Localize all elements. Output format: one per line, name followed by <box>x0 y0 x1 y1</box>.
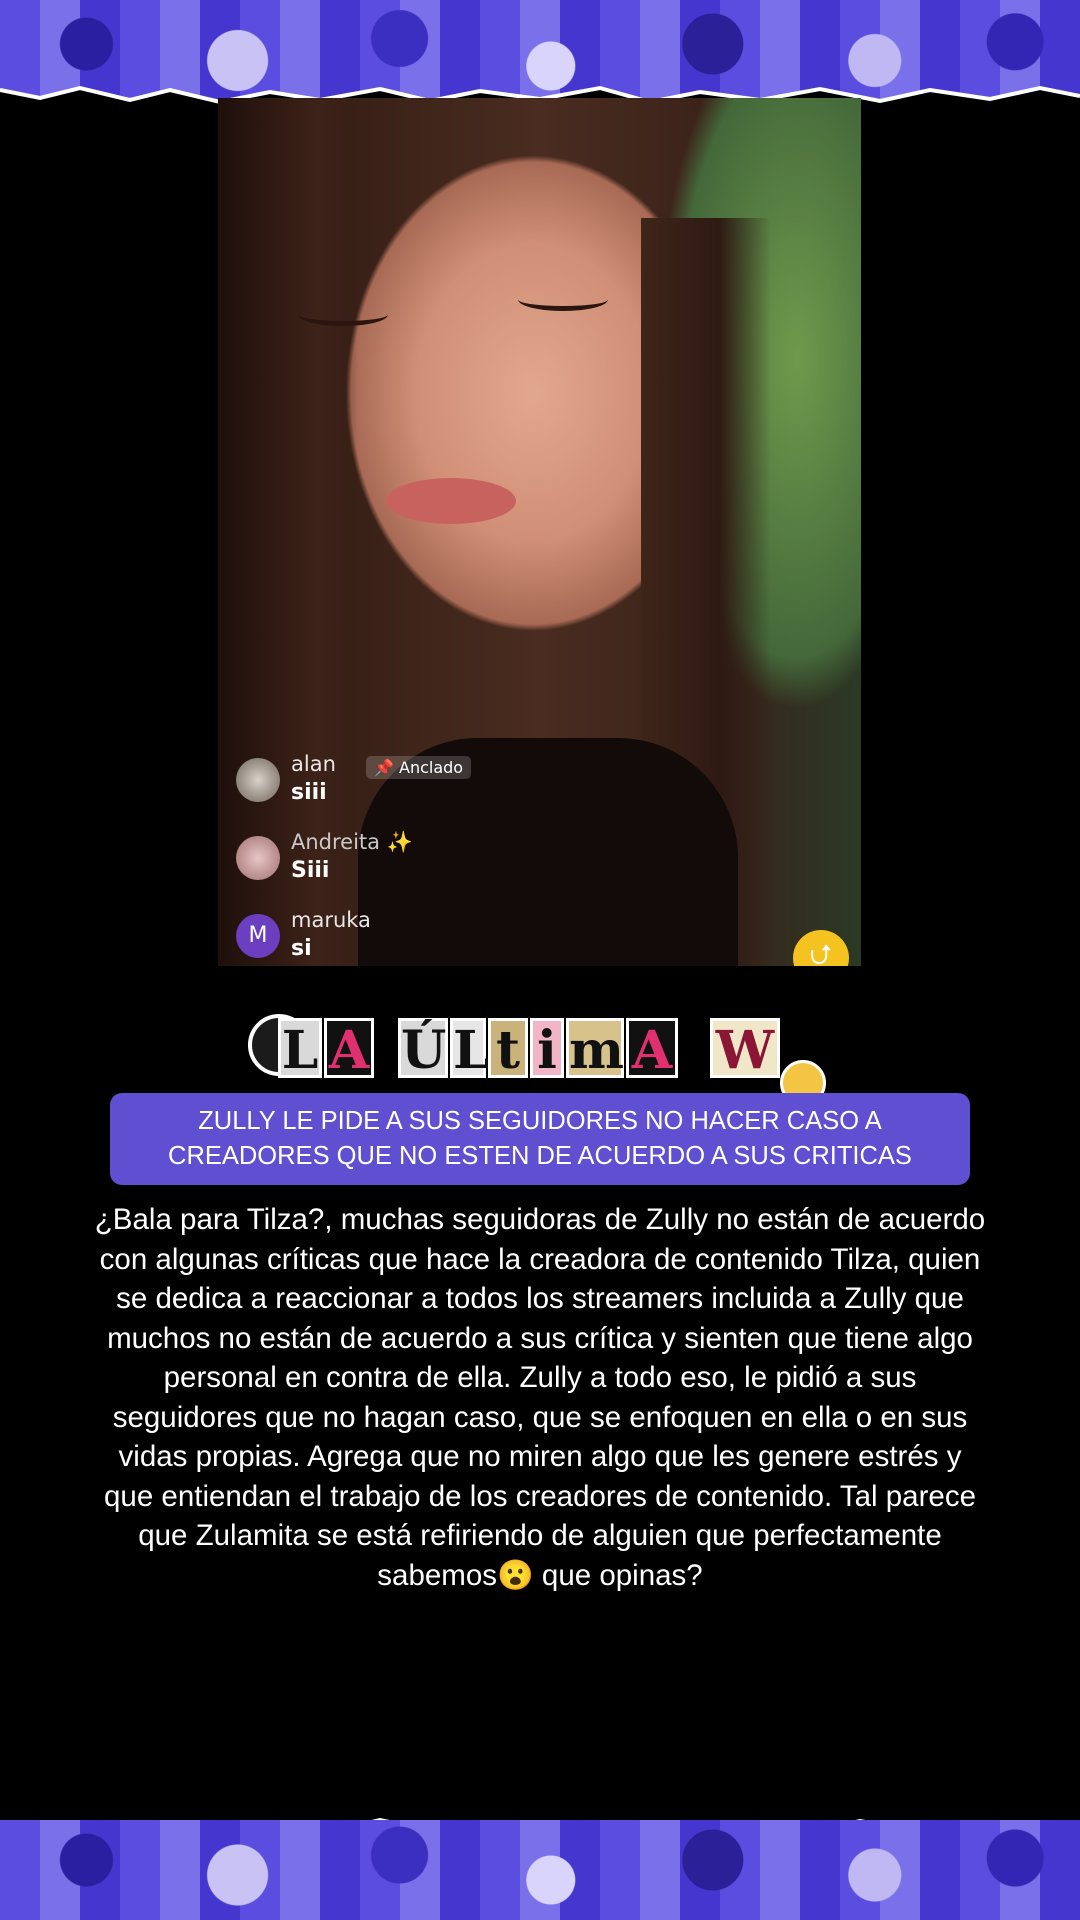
pinned-badge: 📌 Anclado <box>366 756 472 779</box>
comment-message: siii <box>291 780 327 805</box>
logo-letter: t <box>488 1018 528 1081</box>
comment-username: alan <box>291 752 336 776</box>
logo-letter: L <box>278 1018 322 1081</box>
share-icon[interactable]: ⮍ <box>793 930 849 966</box>
avatar <box>236 836 280 880</box>
comment-username: Andreita ✨ <box>291 830 413 854</box>
logo-letter: A <box>324 1018 374 1081</box>
comment-message: Siii <box>291 858 330 883</box>
comment-item: M maruka si <box>236 904 736 966</box>
comment-item: Andreita ✨ Siii <box>236 826 736 904</box>
pin-icon: 📌 Anclado <box>374 758 464 777</box>
logo-letter: Ú <box>398 1018 448 1081</box>
logo-letter: W <box>710 1018 780 1081</box>
video-eye-right <box>518 288 608 311</box>
live-comments: alan 📌 Anclado siii Andreita ✨ Siii M ma… <box>236 748 736 966</box>
logo-letter: L <box>450 1018 490 1081</box>
video-mouth <box>386 478 516 524</box>
headline-banner: ZULLY LE PIDE A SUS SEGUIDORES NO HACER … <box>110 1093 970 1185</box>
comment-username: maruka <box>291 908 371 932</box>
la-ultima-w-logo: L A Ú L t i m A W <box>248 1010 838 1106</box>
article-body: ¿Bala para Tilza?, muchas seguidoras de … <box>94 1203 986 1592</box>
comment-item: alan 📌 Anclado siii <box>236 748 736 826</box>
bottom-collage-banner <box>0 1820 1080 1920</box>
logo-letter: A <box>626 1018 678 1081</box>
avatar: M <box>236 914 280 958</box>
logo-letter: i <box>530 1018 564 1081</box>
video-frame[interactable]: alan 📌 Anclado siii Andreita ✨ Siii M ma… <box>218 98 861 966</box>
avatar <box>236 758 280 802</box>
video-eye-left <box>298 303 388 326</box>
comment-message: si <box>291 936 312 961</box>
logo-letter: m <box>566 1018 624 1081</box>
